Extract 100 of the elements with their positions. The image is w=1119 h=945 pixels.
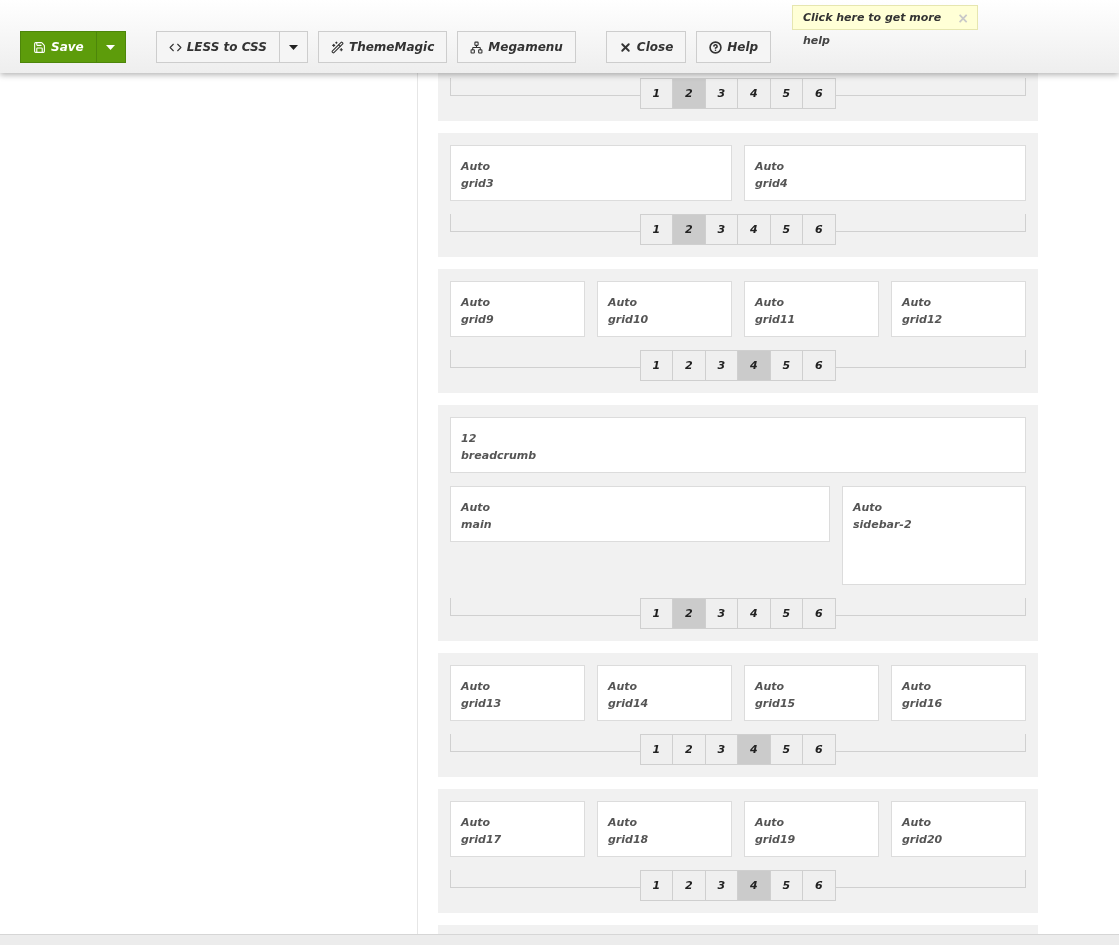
block-size: Auto xyxy=(461,500,492,515)
block-name: sidebar-2 xyxy=(853,517,913,532)
block-size: Auto xyxy=(608,679,639,694)
block-name: grid3 xyxy=(461,176,495,191)
layout-block[interactable]: Auto grid19 xyxy=(744,801,879,857)
block-name: grid17 xyxy=(461,832,503,847)
block-size: Auto xyxy=(902,679,933,694)
column-count-button[interactable]: 3 xyxy=(704,734,738,765)
column-count-button[interactable]: 3 xyxy=(704,870,738,901)
layout-block[interactable]: Auto grid9 xyxy=(450,281,585,337)
block-name: grid11 xyxy=(755,312,797,327)
column-count-button[interactable]: 1 xyxy=(639,870,673,901)
layout-block[interactable]: Auto sidebar-2 xyxy=(842,486,1026,585)
column-count-button[interactable]: 6 xyxy=(802,870,836,901)
caret-icon xyxy=(289,44,298,50)
tooltip-text: help xyxy=(803,34,831,47)
column-count-button[interactable]: 3 xyxy=(704,598,738,629)
caret-icon xyxy=(106,44,116,50)
column-count-button[interactable]: 5 xyxy=(769,78,803,109)
block-name: grid4 xyxy=(755,176,789,191)
column-count-button[interactable]: 4 xyxy=(737,598,771,629)
column-count-button[interactable]: 5 xyxy=(769,734,803,765)
column-count-button[interactable]: 6 xyxy=(802,598,836,629)
column-count-button[interactable]: 2 xyxy=(672,214,706,245)
column-count-button[interactable]: 5 xyxy=(769,350,803,381)
column-count-button[interactable]: 6 xyxy=(802,734,836,765)
column-count-button[interactable]: 6 xyxy=(802,214,836,245)
toolbar-button[interactable]: Megamenu xyxy=(457,31,576,63)
column-count-button[interactable]: 3 xyxy=(704,350,738,381)
block-size: Auto xyxy=(853,500,884,515)
layout-block[interactable]: Auto grid15 xyxy=(744,665,879,721)
column-count-button[interactable]: 4 xyxy=(737,350,771,381)
layout-block[interactable]: Auto grid17 xyxy=(450,801,585,857)
column-count-button[interactable]: 1 xyxy=(639,214,673,245)
layout-block[interactable]: 12 breadcrumb xyxy=(450,417,1026,473)
block-size: Auto xyxy=(755,295,786,310)
layout-block[interactable]: Auto grid10 xyxy=(597,281,732,337)
toolbar-button[interactable]: Help xyxy=(696,31,772,63)
dropdown-button[interactable] xyxy=(95,31,126,63)
layout-block[interactable]: Auto grid3 xyxy=(450,145,732,201)
layout-block[interactable]: Auto grid4 xyxy=(744,145,1026,201)
dropdown-button[interactable] xyxy=(279,31,308,63)
layout-block[interactable]: Auto main xyxy=(450,486,830,542)
block-size: Auto xyxy=(461,159,492,174)
column-count-button[interactable]: 5 xyxy=(769,598,803,629)
block-name: breadcrumb xyxy=(461,448,538,463)
column-count-button[interactable]: 2 xyxy=(672,598,706,629)
block-name: grid19 xyxy=(755,832,797,847)
column-count-button[interactable]: 3 xyxy=(704,78,738,109)
block-size: Auto xyxy=(461,295,492,310)
layout-block[interactable]: Auto grid20 xyxy=(891,801,1026,857)
column-count-button[interactable]: 2 xyxy=(672,870,706,901)
layout-block[interactable]: Auto grid11 xyxy=(744,281,879,337)
block-name: grid13 xyxy=(461,696,503,711)
column-count-button[interactable]: 5 xyxy=(769,214,803,245)
column-count-button[interactable]: 4 xyxy=(737,870,771,901)
column-count-button[interactable]: 2 xyxy=(672,350,706,381)
sitemap-icon xyxy=(470,40,484,54)
block-size: Auto xyxy=(461,815,492,830)
block-name: grid16 xyxy=(902,696,944,711)
block-size: 12 xyxy=(461,431,478,446)
tooltip-text: Click here to get more xyxy=(803,11,942,24)
column-count-button[interactable]: 6 xyxy=(802,350,836,381)
layout-block[interactable]: Auto grid18 xyxy=(597,801,732,857)
block-name: grid14 xyxy=(608,696,650,711)
help-icon xyxy=(709,40,723,54)
block-name: grid18 xyxy=(608,832,650,847)
close-icon xyxy=(618,40,632,54)
column-count-button[interactable]: 5 xyxy=(769,870,803,901)
block-size: Auto xyxy=(461,679,492,694)
toolbar-button[interactable]: LESS to CSS xyxy=(155,31,279,63)
layout-block[interactable]: Auto grid12 xyxy=(891,281,1026,337)
column-count-button[interactable]: 3 xyxy=(704,214,738,245)
magic-wand-icon xyxy=(331,40,344,54)
block-size: Auto xyxy=(755,815,786,830)
block-name: grid12 xyxy=(902,312,944,327)
block-size: Auto xyxy=(608,815,639,830)
block-size: Auto xyxy=(902,295,933,310)
column-count-button[interactable]: 6 xyxy=(802,78,836,109)
block-name: grid9 xyxy=(461,312,495,327)
column-count-button[interactable]: 4 xyxy=(737,214,771,245)
block-size: Auto xyxy=(755,159,786,174)
layout-block[interactable]: Auto grid16 xyxy=(891,665,1026,721)
column-count-button[interactable]: 1 xyxy=(639,350,673,381)
column-count-button[interactable]: 1 xyxy=(639,734,673,765)
block-size: Auto xyxy=(608,295,639,310)
block-size: Auto xyxy=(755,679,786,694)
column-count-button[interactable]: 2 xyxy=(672,78,706,109)
layout-block[interactable]: Auto grid14 xyxy=(597,665,732,721)
toolbar-button[interactable]: Close xyxy=(605,31,687,63)
column-count-button[interactable]: 1 xyxy=(639,598,673,629)
column-count-button[interactable]: 4 xyxy=(737,78,771,109)
block-name: grid20 xyxy=(902,832,944,847)
column-count-button[interactable]: 1 xyxy=(639,78,673,109)
layout-block[interactable]: Auto grid13 xyxy=(450,665,585,721)
column-count-button[interactable]: 4 xyxy=(737,734,771,765)
block-name: grid10 xyxy=(608,312,650,327)
block-name: grid15 xyxy=(755,696,797,711)
toolbar-button[interactable]: ThemeMagic xyxy=(318,31,448,63)
column-count-button[interactable]: 2 xyxy=(672,734,706,765)
